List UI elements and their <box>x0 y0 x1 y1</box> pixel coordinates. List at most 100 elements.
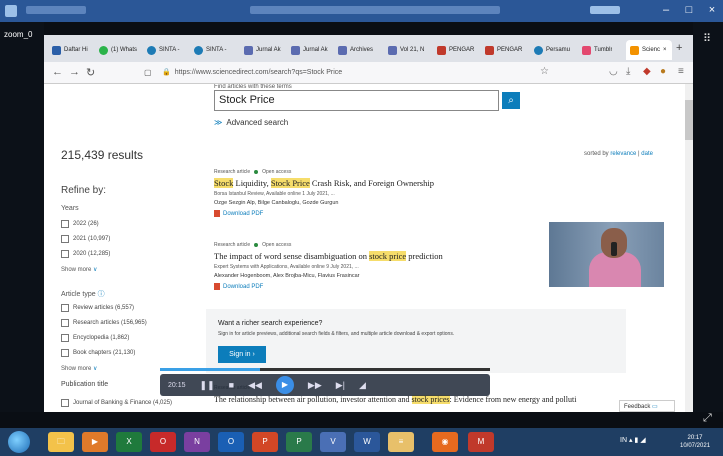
filter-checkbox[interactable]: Research articles (156,965) <box>61 319 147 327</box>
next-icon[interactable]: ▶| <box>336 380 345 391</box>
word-icon[interactable]: W <box>354 432 380 452</box>
language-indicator[interactable]: IN <box>620 437 627 444</box>
tab[interactable]: (1) Whats <box>99 42 137 58</box>
expand-icon[interactable]: ⤢ <box>703 412 712 425</box>
filter-checkbox[interactable]: Journal of Banking & Finance (4,025) <box>61 399 172 407</box>
search-input[interactable]: Stock Price <box>214 90 499 111</box>
filter-checkbox[interactable]: Encyclopedia (1,862) <box>61 334 129 342</box>
checkbox[interactable] <box>61 334 69 342</box>
volume-icon[interactable]: ◢ <box>359 380 366 391</box>
checkbox[interactable] <box>61 235 69 243</box>
url-field[interactable]: 🔒 https://www.sciencedirect.com/search?qs… <box>162 65 562 81</box>
firefox-icon[interactable]: ◉ <box>432 432 458 452</box>
stop-icon[interactable]: ■ <box>229 380 234 390</box>
article-authors: Ozge Sezgin Alp, Bilge Canbaloglu, Gozde… <box>214 200 339 206</box>
notes-icon[interactable]: ≡ <box>388 432 414 452</box>
download-pdf-link[interactable]: Download PDF <box>214 210 624 217</box>
sort-relevance[interactable]: relevance <box>610 151 636 157</box>
checkbox[interactable] <box>61 220 69 228</box>
powerpoint-icon[interactable]: P <box>252 432 278 452</box>
checkbox[interactable] <box>61 319 69 327</box>
sort-date[interactable]: date <box>641 151 653 157</box>
grid-icon[interactable]: ⠿ <box>703 32 711 45</box>
menu-icon[interactable]: ≡ <box>678 66 684 77</box>
folder-icon[interactable]: 🗀 <box>48 432 74 452</box>
screen: – □ × zoom_0 ⠿ ⤢ Daftar Hi (1) Whats SIN… <box>0 0 723 456</box>
promo-text: Sign in for article previews, additional… <box>218 331 455 337</box>
pause-icon[interactable]: ❚❚ <box>200 380 215 391</box>
favicon-icon <box>437 45 446 55</box>
blurred-title <box>26 6 86 14</box>
rewind-icon[interactable]: ◀◀ <box>248 380 262 391</box>
tab[interactable]: Jurnal Ak <box>291 42 328 58</box>
tab[interactable]: SINTA - <box>147 42 180 58</box>
favicon-icon <box>338 45 347 55</box>
download-icon[interactable]: ⤓ <box>626 66 630 77</box>
opera-icon[interactable]: O <box>150 432 176 452</box>
pocket-icon[interactable]: ◡ <box>609 66 618 77</box>
excel-icon[interactable]: X <box>116 432 142 452</box>
article-title-link[interactable]: Stock Liquidity, Stock Price Crash Risk,… <box>214 178 624 188</box>
reload-icon[interactable]: ↻ <box>86 66 95 79</box>
scrollbar-thumb[interactable] <box>685 100 693 140</box>
media-player-icon[interactable]: ▶ <box>82 432 108 452</box>
search-button[interactable]: ⌕ <box>502 92 520 109</box>
show-more-link[interactable]: Show more ∨ <box>61 266 97 273</box>
feedback-button[interactable]: Feedback ▭ <box>619 400 675 412</box>
checkbox[interactable] <box>61 304 69 312</box>
system-clock[interactable]: 20:17 10/07/2021 <box>680 434 710 450</box>
chevron-right-icon: › <box>252 351 255 358</box>
filter-checkbox[interactable]: Review articles (6,557) <box>61 304 134 312</box>
tab[interactable]: Jurnal Ak <box>244 42 281 58</box>
tab[interactable]: SINTA - <box>194 42 227 58</box>
sign-in-button[interactable]: Sign in › <box>218 346 266 363</box>
tab[interactable]: Persamu <box>534 42 570 58</box>
article-type: Research article <box>214 242 251 248</box>
tab-label: PENGAR <box>449 47 475 53</box>
filter-checkbox[interactable]: 2022 (26) <box>61 220 99 228</box>
checkbox[interactable] <box>61 250 69 258</box>
tab[interactable]: PENGAR <box>485 42 522 58</box>
tab[interactable]: Archives <box>338 42 373 58</box>
filter-checkbox[interactable]: Book chapters (21,130) <box>61 349 135 357</box>
filter-checkbox[interactable]: 2021 (10,997) <box>61 235 110 243</box>
title-text: The impact of word sense disambiguation … <box>214 251 370 261</box>
visio-icon[interactable]: V <box>320 432 346 452</box>
tab[interactable]: Vol 21, N <box>388 42 424 58</box>
help-icon[interactable]: ⓘ <box>98 291 105 298</box>
time-display: 20:15 <box>168 381 186 389</box>
forward-icon[interactable]: → <box>69 66 80 78</box>
new-tab-icon[interactable]: + <box>676 42 682 54</box>
account-icon[interactable]: ● <box>660 66 666 77</box>
app-icon[interactable]: M <box>468 432 494 452</box>
filter-label: 2020 (12,285) <box>73 251 111 257</box>
sciencedirect-page: Find articles with these terms Stock Pri… <box>44 84 693 412</box>
publisher-icon[interactable]: P <box>286 432 312 452</box>
bookmark-star-icon[interactable]: ☆ <box>540 66 549 77</box>
play-icon[interactable]: ▶ <box>275 376 294 394</box>
onenote-icon[interactable]: N <box>184 432 210 452</box>
tab[interactable]: Daftar Hi <box>52 42 88 58</box>
start-button[interactable] <box>8 431 30 453</box>
tab-active[interactable]: Scienc × <box>626 40 672 60</box>
tab[interactable]: Tumblr <box>582 42 612 58</box>
shield-icon[interactable]: ▢ <box>144 68 152 77</box>
favicon-icon <box>582 45 591 55</box>
back-icon[interactable]: ← <box>52 66 63 78</box>
extension-icon[interactable]: ◆ <box>643 66 651 77</box>
checkbox[interactable] <box>61 349 69 357</box>
system-tray[interactable]: IN ▴ ▮ ◢ <box>620 436 646 444</box>
show-more-link[interactable]: Show more ∨ <box>61 365 97 372</box>
article-type: Research article <box>214 169 251 175</box>
maximize-icon[interactable]: □ <box>678 0 700 20</box>
minimize-icon[interactable]: – <box>655 0 677 20</box>
forward-icon[interactable]: ▶▶ <box>308 380 322 391</box>
tab-close-icon[interactable]: × <box>663 47 667 53</box>
tab[interactable]: PENGAR <box>437 42 474 58</box>
checkbox[interactable] <box>61 399 69 407</box>
outlook-icon[interactable]: O <box>218 432 244 452</box>
close-icon[interactable]: × <box>701 0 723 20</box>
filter-checkbox[interactable]: 2020 (12,285) <box>61 250 110 258</box>
advanced-search-link[interactable]: ≫ Advanced search <box>214 118 288 127</box>
favicon-icon <box>291 45 300 55</box>
